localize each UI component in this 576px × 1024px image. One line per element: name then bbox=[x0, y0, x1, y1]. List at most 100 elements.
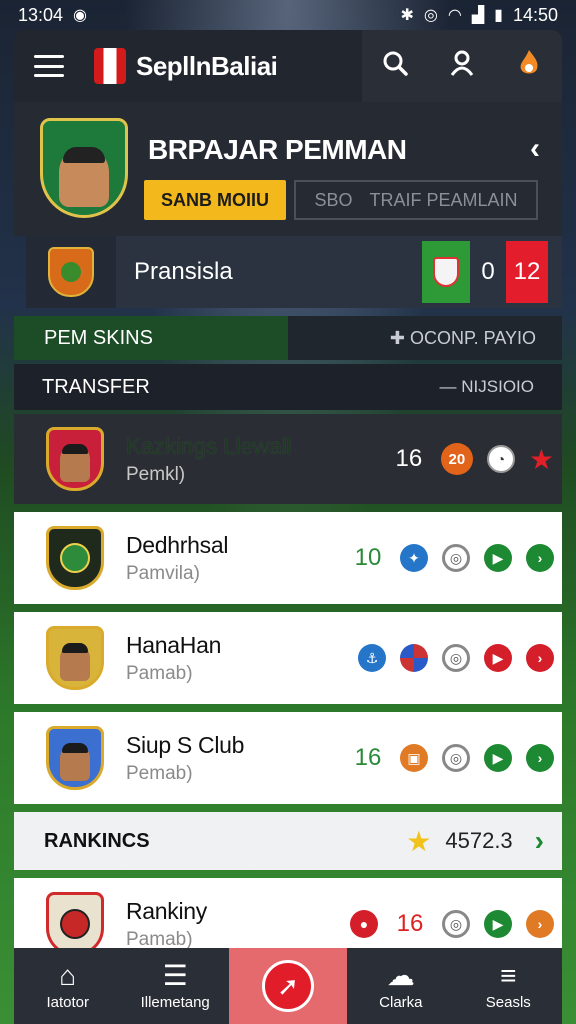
list-item[interactable]: Siup S Club Pemab) 16 ▣ ◎ ▶ › bbox=[14, 712, 562, 804]
star-icon: ★ bbox=[406, 825, 432, 857]
player-panel: BRPAJAR PEMMAN ‹ SANB MOIIU SBO TRAIF PE… bbox=[14, 102, 562, 236]
score-right: 12 bbox=[506, 241, 548, 303]
nav-seasons[interactable]: ≡ Seasls bbox=[455, 948, 562, 1024]
battery-icon: ▮ bbox=[494, 7, 503, 24]
transfer-sort[interactable]: — NIJSIOIO bbox=[440, 377, 534, 397]
stack-icon: ≡ bbox=[500, 959, 517, 991]
list-item[interactable]: Kazkings Llewall Pemkl) 16 20 ◔ ★ bbox=[14, 414, 562, 504]
match-row[interactable]: Pransisla 0 12 bbox=[26, 236, 562, 308]
home-icon: ⌂ bbox=[59, 959, 77, 991]
secondary-button[interactable]: SBO TRAIF PEAMLAIN bbox=[294, 180, 538, 220]
status-bar: 13:04 ◉ ✱ ◎ ◠ ▟ ▮ 14:50 bbox=[0, 0, 576, 30]
item-stats: ● 16 ◎ ▶ › bbox=[350, 910, 554, 938]
anchor-icon: ⚓ bbox=[358, 644, 386, 672]
item-sub: Pamab) bbox=[126, 662, 193, 684]
menu-icon[interactable] bbox=[34, 55, 64, 77]
nav-clarka[interactable]: ☁ Clarka bbox=[347, 948, 454, 1024]
bottom-nav: ⌂ Iatotor ☰ Illemetang ➚ ☁ Clarka ≡ Seas… bbox=[14, 948, 562, 1024]
record-icon: ● bbox=[350, 910, 378, 938]
player-avatar bbox=[60, 643, 90, 681]
item-name: Rankiny bbox=[126, 897, 207, 924]
app-container: SepllnBaliai BRPAJAR PEMMAN ‹ SANB MOIIU… bbox=[14, 30, 562, 1024]
club-logo-icon bbox=[400, 644, 428, 672]
player-avatar bbox=[59, 147, 109, 207]
bluetooth-icon: ✱ bbox=[400, 7, 414, 24]
list-item[interactable]: Dedhrhsal Pamvila) 10 ✦ ◎ ▶ › bbox=[14, 512, 562, 604]
player-crest bbox=[40, 118, 128, 218]
chevron-left-icon[interactable]: ‹ bbox=[530, 132, 540, 166]
next-icon[interactable]: › bbox=[526, 544, 554, 572]
skins-tab[interactable]: PEM SKINS bbox=[14, 316, 288, 360]
item-value: 16 bbox=[395, 445, 423, 472]
item-value: 16 bbox=[354, 744, 382, 771]
item-name: Siup S Club bbox=[126, 731, 245, 758]
nav-label: Clarka bbox=[379, 993, 423, 1011]
fire-icon[interactable] bbox=[507, 48, 551, 85]
item-value: 16 bbox=[396, 910, 424, 937]
item-stats: 16 ▣ ◎ ▶ › bbox=[350, 744, 554, 772]
vibrate-icon: ◎ bbox=[423, 7, 438, 24]
item-text: Kazkings Llewall Pemkl) bbox=[126, 433, 391, 486]
signal-icon: ▟ bbox=[471, 7, 485, 24]
nav-home[interactable]: ⌂ Iatotor bbox=[14, 948, 121, 1024]
search-icon[interactable] bbox=[373, 49, 417, 84]
item-crest bbox=[46, 626, 104, 690]
info-icon[interactable]: ◎ bbox=[442, 744, 470, 772]
rankings-row[interactable]: RANKINCS ★ 4572.3 › bbox=[14, 812, 562, 870]
match-badge bbox=[26, 236, 116, 308]
rankings-value: 4572.3 bbox=[445, 828, 513, 853]
item-text: Rankiny Pamab) bbox=[126, 898, 350, 951]
nav-center[interactable]: ➚ bbox=[228, 948, 348, 1024]
play-center-icon[interactable]: ➚ bbox=[262, 960, 314, 1012]
nav-list[interactable]: ☰ Illemetang bbox=[121, 948, 228, 1024]
transfer-header: TRANSFER — NIJSIOIO bbox=[14, 364, 562, 410]
score-mid: 0 bbox=[481, 258, 495, 285]
item-name: HanaHan bbox=[126, 631, 222, 658]
play-icon[interactable]: ▶ bbox=[484, 910, 512, 938]
list-item[interactable]: HanaHan Pamab) ⚓ ◎ ▶ › bbox=[14, 612, 562, 704]
primary-button[interactable]: SANB MOIIU bbox=[144, 180, 286, 220]
item-value: 10 bbox=[354, 544, 382, 571]
profile-icon[interactable] bbox=[440, 49, 484, 84]
item-name: Kazkings Llewall bbox=[126, 432, 292, 459]
nav-label: Iatotor bbox=[46, 993, 89, 1011]
topbar-actions bbox=[362, 30, 562, 102]
info-icon[interactable]: ◔ bbox=[486, 445, 515, 473]
item-sub: Pemkl) bbox=[126, 463, 186, 485]
club-emblem bbox=[60, 543, 90, 573]
list-icon: ☰ bbox=[162, 959, 188, 991]
transfer-list: Kazkings Llewall Pemkl) 16 20 ◔ ★ Dedhrh… bbox=[14, 414, 562, 978]
item-crest bbox=[46, 526, 104, 590]
nav-label: Illemetang bbox=[140, 993, 210, 1011]
item-stats: 16 20 ◔ ★ bbox=[391, 443, 554, 476]
play-icon[interactable]: ▶ bbox=[484, 744, 512, 772]
chevron-right-icon[interactable]: › bbox=[535, 825, 544, 857]
next-icon[interactable]: › bbox=[526, 744, 554, 772]
item-crest bbox=[46, 726, 104, 790]
secondary-button-left-label: SBO bbox=[314, 189, 353, 210]
info-icon[interactable]: ◎ bbox=[442, 644, 470, 672]
item-name: Dedhrhsal bbox=[126, 531, 229, 558]
brand-name: SepllnBaliai bbox=[136, 50, 278, 81]
skins-row: PEM SKINS ✚ OCONP. PAYIO bbox=[14, 316, 562, 360]
alarm-icon: ◉ bbox=[73, 7, 88, 24]
badge-count: 20 bbox=[440, 443, 473, 475]
play-icon[interactable]: ▶ bbox=[484, 544, 512, 572]
item-stats: 10 ✦ ◎ ▶ › bbox=[350, 544, 554, 572]
club-emblem bbox=[60, 909, 90, 939]
next-icon[interactable]: › bbox=[526, 910, 554, 938]
skins-action[interactable]: ✚ OCONP. PAYIO bbox=[288, 328, 562, 349]
star-icon[interactable]: ★ bbox=[529, 443, 554, 476]
info-icon[interactable]: ◎ bbox=[442, 544, 470, 572]
player-avatar bbox=[60, 444, 90, 482]
play-icon[interactable]: ▶ bbox=[484, 644, 512, 672]
home-score-badge bbox=[422, 241, 470, 303]
item-text: HanaHan Pamab) bbox=[126, 632, 358, 685]
club-logo-icon: ▣ bbox=[400, 744, 428, 772]
match-score: 0 12 bbox=[422, 241, 548, 303]
secondary-button-right-label: TRAIF PEAMLAIN bbox=[369, 189, 518, 210]
item-text: Siup S Club Pemab) bbox=[126, 732, 350, 785]
next-icon[interactable]: › bbox=[526, 644, 554, 672]
info-icon[interactable]: ◎ bbox=[442, 910, 470, 938]
match-name: Pransisla bbox=[134, 258, 233, 285]
